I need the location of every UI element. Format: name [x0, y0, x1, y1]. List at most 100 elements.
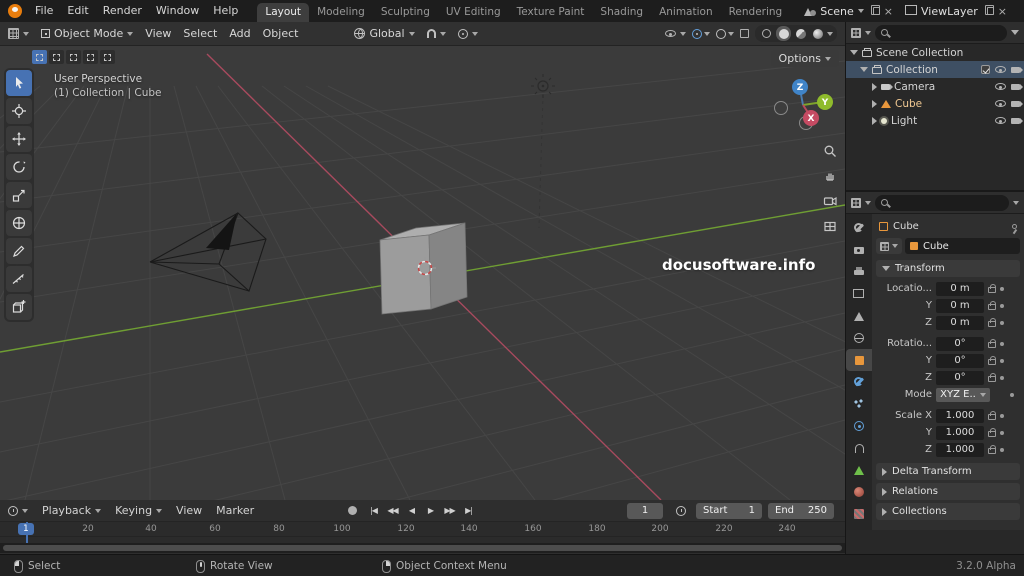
tab-layout[interactable]: Layout: [257, 3, 310, 22]
scale-y-input[interactable]: 1.000: [936, 425, 984, 440]
lock-icon[interactable]: [988, 411, 996, 420]
xray-toggle-icon[interactable]: [740, 29, 749, 38]
outliner-row-scene-collection[interactable]: Scene Collection: [846, 44, 1024, 61]
select-mode-extend-button[interactable]: [49, 50, 64, 64]
tab-modeling[interactable]: Modeling: [309, 3, 373, 22]
timeline-ruler[interactable]: 20 40 60 80 100 120 140 160 180 200 220 …: [0, 522, 845, 543]
props-tab-world[interactable]: [846, 327, 872, 349]
select-mode-intersect-button[interactable]: [100, 50, 115, 64]
next-keyframe-button[interactable]: ▶▶: [441, 503, 458, 519]
scale-x-input[interactable]: 1.000: [936, 408, 984, 423]
animate-dot[interactable]: [1000, 303, 1004, 308]
props-tab-particles[interactable]: [846, 393, 872, 415]
menu-keying[interactable]: Keying: [108, 504, 169, 517]
transform-tool[interactable]: [6, 210, 32, 236]
editor-type-button[interactable]: [0, 28, 35, 39]
viewlayer-selector[interactable]: ViewLayer: [904, 5, 1007, 18]
cursor-tool[interactable]: [6, 98, 32, 124]
move-tool[interactable]: [6, 126, 32, 152]
select-box-tool[interactable]: [6, 70, 32, 96]
delta-transform-panel[interactable]: Delta Transform: [876, 463, 1020, 480]
current-frame-field[interactable]: 1: [627, 502, 663, 519]
options-button[interactable]: Options: [770, 50, 839, 67]
render-visibility-icon[interactable]: [1011, 83, 1023, 90]
tab-sculpting[interactable]: Sculpting: [373, 3, 438, 22]
hide-eye-icon[interactable]: [995, 117, 1006, 124]
add-cube-tool[interactable]: [6, 294, 32, 320]
scale-tool[interactable]: [6, 182, 32, 208]
tab-animation[interactable]: Animation: [651, 3, 721, 22]
play-button[interactable]: ▶: [422, 503, 439, 519]
outliner-search-input[interactable]: [875, 24, 1007, 41]
hide-eye-icon[interactable]: [995, 66, 1006, 73]
chevron-down-icon[interactable]: [865, 200, 871, 205]
play-reverse-button[interactable]: ◀: [403, 503, 420, 519]
lock-icon[interactable]: [988, 373, 996, 382]
close-icon[interactable]: [998, 5, 1007, 18]
location-z-input[interactable]: 0 m: [936, 315, 984, 330]
annotate-tool[interactable]: [6, 238, 32, 264]
menu-add[interactable]: Add: [223, 27, 256, 40]
camera-view-icon[interactable]: [823, 194, 837, 208]
props-tab-object[interactable]: [846, 349, 872, 371]
menu-file[interactable]: File: [28, 0, 60, 22]
collections-panel[interactable]: Collections: [876, 503, 1020, 520]
collection-checkbox[interactable]: [981, 65, 990, 74]
transform-panel-header[interactable]: Transform: [876, 260, 1020, 277]
disclosure-open-icon[interactable]: [860, 67, 868, 72]
horizontal-scrollbar[interactable]: [3, 545, 842, 551]
editor-type-icon[interactable]: [851, 27, 861, 38]
location-y-input[interactable]: 0 m: [936, 298, 984, 313]
measure-tool[interactable]: [6, 266, 32, 292]
select-mode-invert-button[interactable]: [83, 50, 98, 64]
menu-render[interactable]: Render: [96, 0, 149, 22]
menu-window[interactable]: Window: [149, 0, 206, 22]
render-visibility-icon[interactable]: [1011, 117, 1023, 124]
tab-uv-editing[interactable]: UV Editing: [438, 3, 509, 22]
outliner-row-light[interactable]: Light: [846, 112, 1024, 129]
shading-solid-button[interactable]: [776, 26, 791, 41]
menu-help[interactable]: Help: [206, 0, 245, 22]
animate-dot[interactable]: [1000, 375, 1004, 380]
light-object[interactable]: [531, 74, 555, 229]
lock-icon[interactable]: [988, 356, 996, 365]
rotate-tool[interactable]: [6, 154, 32, 180]
lock-icon[interactable]: [988, 284, 996, 293]
3d-viewport[interactable]: Options User Perspective (1) Collection …: [0, 46, 845, 500]
editor-type-button[interactable]: [0, 505, 35, 516]
mode-dropdown[interactable]: Object Mode: [35, 27, 139, 40]
shading-wireframe-button[interactable]: [759, 26, 774, 41]
lock-icon[interactable]: [988, 301, 996, 310]
object-browse-button[interactable]: [876, 238, 902, 254]
menu-edit[interactable]: Edit: [60, 0, 95, 22]
tab-texture-paint[interactable]: Texture Paint: [509, 3, 593, 22]
proportional-edit-toggle[interactable]: [452, 28, 484, 39]
lock-icon[interactable]: [988, 318, 996, 327]
new-viewlayer-icon[interactable]: [984, 5, 994, 15]
render-visibility-icon[interactable]: [1011, 100, 1023, 107]
rotation-mode-dropdown[interactable]: XYZ E..: [936, 387, 990, 402]
render-visibility-icon[interactable]: [1011, 66, 1023, 73]
lock-icon[interactable]: [988, 339, 996, 348]
menu-view[interactable]: View: [139, 27, 177, 40]
props-tab-constraints[interactable]: [846, 437, 872, 459]
menu-view[interactable]: View: [169, 504, 209, 517]
menu-marker[interactable]: Marker: [209, 504, 261, 517]
props-tab-modifiers[interactable]: [846, 371, 872, 393]
menu-object[interactable]: Object: [257, 27, 305, 40]
animate-dot[interactable]: [1000, 320, 1004, 325]
animate-dot[interactable]: [1000, 358, 1004, 363]
relations-panel[interactable]: Relations: [876, 483, 1020, 500]
props-tab-view-layer[interactable]: [846, 283, 872, 305]
animate-dot[interactable]: [1000, 413, 1004, 418]
object-name-field[interactable]: Cube: [905, 238, 1020, 254]
animate-dot[interactable]: [1000, 286, 1004, 291]
camera-object[interactable]: [149, 212, 267, 292]
menu-playback[interactable]: Playback: [35, 504, 108, 517]
auto-keying-icon[interactable]: [348, 506, 357, 515]
animate-dot[interactable]: [1000, 341, 1004, 346]
jump-to-end-button[interactable]: ▶|: [460, 503, 477, 519]
outliner-row-cube[interactable]: Cube: [846, 95, 1024, 112]
gizmos-toggle[interactable]: [692, 28, 710, 39]
rotation-x-input[interactable]: 0°: [936, 336, 984, 351]
